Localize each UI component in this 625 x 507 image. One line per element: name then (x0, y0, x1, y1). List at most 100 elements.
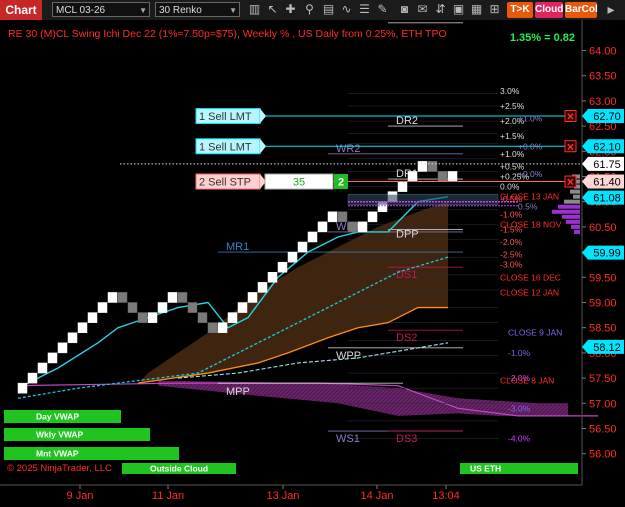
close-icon: ✕ (566, 142, 574, 153)
renko-brick (267, 272, 278, 283)
weekly-percent-label: +0.0% (518, 141, 543, 151)
price-marker: 61.75 (582, 156, 624, 171)
instrument-label: MCL 03-26 (56, 5, 106, 16)
renko-brick (427, 161, 438, 172)
renko-brick (327, 211, 338, 223)
renko-brick (397, 181, 408, 192)
close-icon: ✕ (566, 178, 574, 189)
renko-brick (177, 292, 188, 303)
percent-label: -2.0% (500, 237, 523, 247)
order-qty: 35 (293, 177, 305, 189)
session-close-label: CLOSE 16 DEC (500, 272, 561, 282)
price-marker-text: 61.40 (593, 177, 621, 189)
data-box-icon[interactable]: ⊞ (488, 3, 501, 16)
pivot-label-dpp: DPP (396, 228, 419, 240)
chart-title: Chart (0, 0, 42, 20)
cloud-toggle-button[interactable]: Cloud (535, 2, 563, 18)
percent-label: +2.5% (500, 101, 525, 111)
weekly-percent-label: -4.0% (508, 434, 531, 444)
order-label: 2 Sell STP (199, 177, 251, 189)
order-label: 1 Sell LMT (199, 141, 252, 153)
renko-brick (77, 322, 88, 333)
instrument-selector[interactable]: MCL 03-26 ▼ (52, 2, 150, 17)
pivot-label-mpp: MPP (226, 386, 250, 398)
renko-brick (167, 292, 178, 303)
strategies-icon[interactable]: ☰ (358, 3, 371, 16)
renko-brick (447, 171, 458, 182)
price-marker-text: 61.08 (593, 193, 621, 205)
order-label: 1 Sell LMT (199, 111, 252, 123)
volume-bar (573, 194, 580, 199)
renko-brick (417, 161, 428, 172)
weekly-percent-label: +0.0% (518, 169, 543, 179)
pivot-label-wpp: WPP (336, 350, 361, 362)
price-marker: 59.99 (582, 245, 624, 260)
drawing-tools-icon[interactable]: ✎ (376, 3, 389, 16)
indicators-icon[interactable]: ∿ (340, 3, 353, 16)
email-icon[interactable]: ✉ (416, 3, 429, 16)
crosshair-icon[interactable]: ✚ (284, 3, 297, 16)
renko-brick (17, 382, 28, 394)
price-tick-label: 58.50 (589, 323, 617, 335)
session-close-label: CLOSE 13 JAN (500, 192, 559, 202)
renko-brick (207, 322, 218, 333)
renko-brick (367, 211, 378, 223)
renko-brick (87, 312, 98, 323)
renko-brick (37, 362, 48, 374)
camera-icon[interactable]: ◙ (398, 3, 411, 16)
renko-brick (67, 332, 78, 344)
price-tick-label: 59.50 (589, 272, 617, 284)
price-chart[interactable]: RE 30 (M)CL Swing Ichi Dec 22 (1%=7.50p=… (0, 20, 625, 507)
price-tick-label: 63.50 (589, 71, 617, 83)
chart-properties-icon[interactable]: ▤ (322, 3, 335, 16)
barcol-toggle-button[interactable]: BarCol (565, 2, 598, 18)
renko-brick (407, 171, 418, 182)
session-close-label: CLOSE 12 JAN (500, 287, 559, 297)
percent-label: 3.0% (500, 86, 520, 96)
percent-label: +1.5% (500, 131, 525, 141)
renko-brick (27, 372, 38, 384)
price-marker: 62.70 (582, 109, 624, 124)
time-tick-label: 14 Jan (360, 490, 393, 502)
pivot-label-mr1: MR1 (226, 241, 249, 253)
price-tick-label: 59.00 (589, 298, 617, 310)
volume-bar (566, 219, 580, 224)
session-close-label: CLOSE 9 JAN (508, 328, 562, 338)
percent-change-text: 1.35% = 0.82 (510, 32, 575, 44)
indicator-info-text: RE 30 (M)CL Swing Ichi Dec 22 (1%=7.50p=… (8, 28, 447, 40)
window-link-icon[interactable]: ▣ (452, 3, 465, 16)
renko-brick (307, 231, 318, 243)
pivot-label-ds1: DS1 (396, 269, 417, 281)
renko-brick (287, 251, 298, 263)
volume-bar (570, 189, 580, 194)
tabs-icon[interactable]: ▦ (470, 3, 483, 16)
renko-brick (437, 171, 448, 182)
outside-cloud-label: Outside Cloud (150, 464, 208, 474)
price-marker: 61.08 (582, 190, 624, 205)
price-tick-label: 57.50 (589, 373, 617, 385)
renko-brick (257, 282, 268, 293)
bar-chart-icon[interactable]: ▥ (248, 3, 261, 16)
price-marker-text: 61.75 (593, 159, 621, 171)
price-marker-text: 58.12 (593, 342, 621, 354)
volume-bar (574, 229, 580, 234)
toolbar: Chart MCL 03-26 ▼ 30 Renko ▼ ▥ ↖ ✚ ⚲ ▤ ∿… (0, 0, 625, 21)
close-icon: ✕ (566, 112, 574, 123)
bar-type-selector[interactable]: 30 Renko ▼ (155, 2, 240, 17)
vwap-label: Mnt VWAP (36, 449, 79, 459)
renko-brick (57, 342, 68, 354)
weekly-percent-label: 0.5% (518, 202, 538, 212)
us-eth-label: US ETH (470, 464, 501, 474)
price-tick-label: 64.00 (589, 46, 617, 58)
zoom-icon[interactable]: ⚲ (303, 3, 316, 16)
tk-toggle-button[interactable]: T>K (507, 2, 533, 18)
more-icon[interactable]: ▸ (600, 2, 622, 16)
time-tick-label: 9 Jan (67, 490, 94, 502)
chart-trader-icon[interactable]: ⇵ (434, 3, 447, 16)
price-tick-label: 57.00 (589, 398, 617, 410)
time-tick-label: 13 Jan (266, 490, 299, 502)
time-tick-label: 11 Jan (152, 490, 184, 502)
cursor-icon[interactable]: ↖ (266, 3, 279, 16)
pivot-label-dr2: DR2 (396, 115, 418, 127)
weekly-percent-label: +1.0% (518, 114, 543, 124)
